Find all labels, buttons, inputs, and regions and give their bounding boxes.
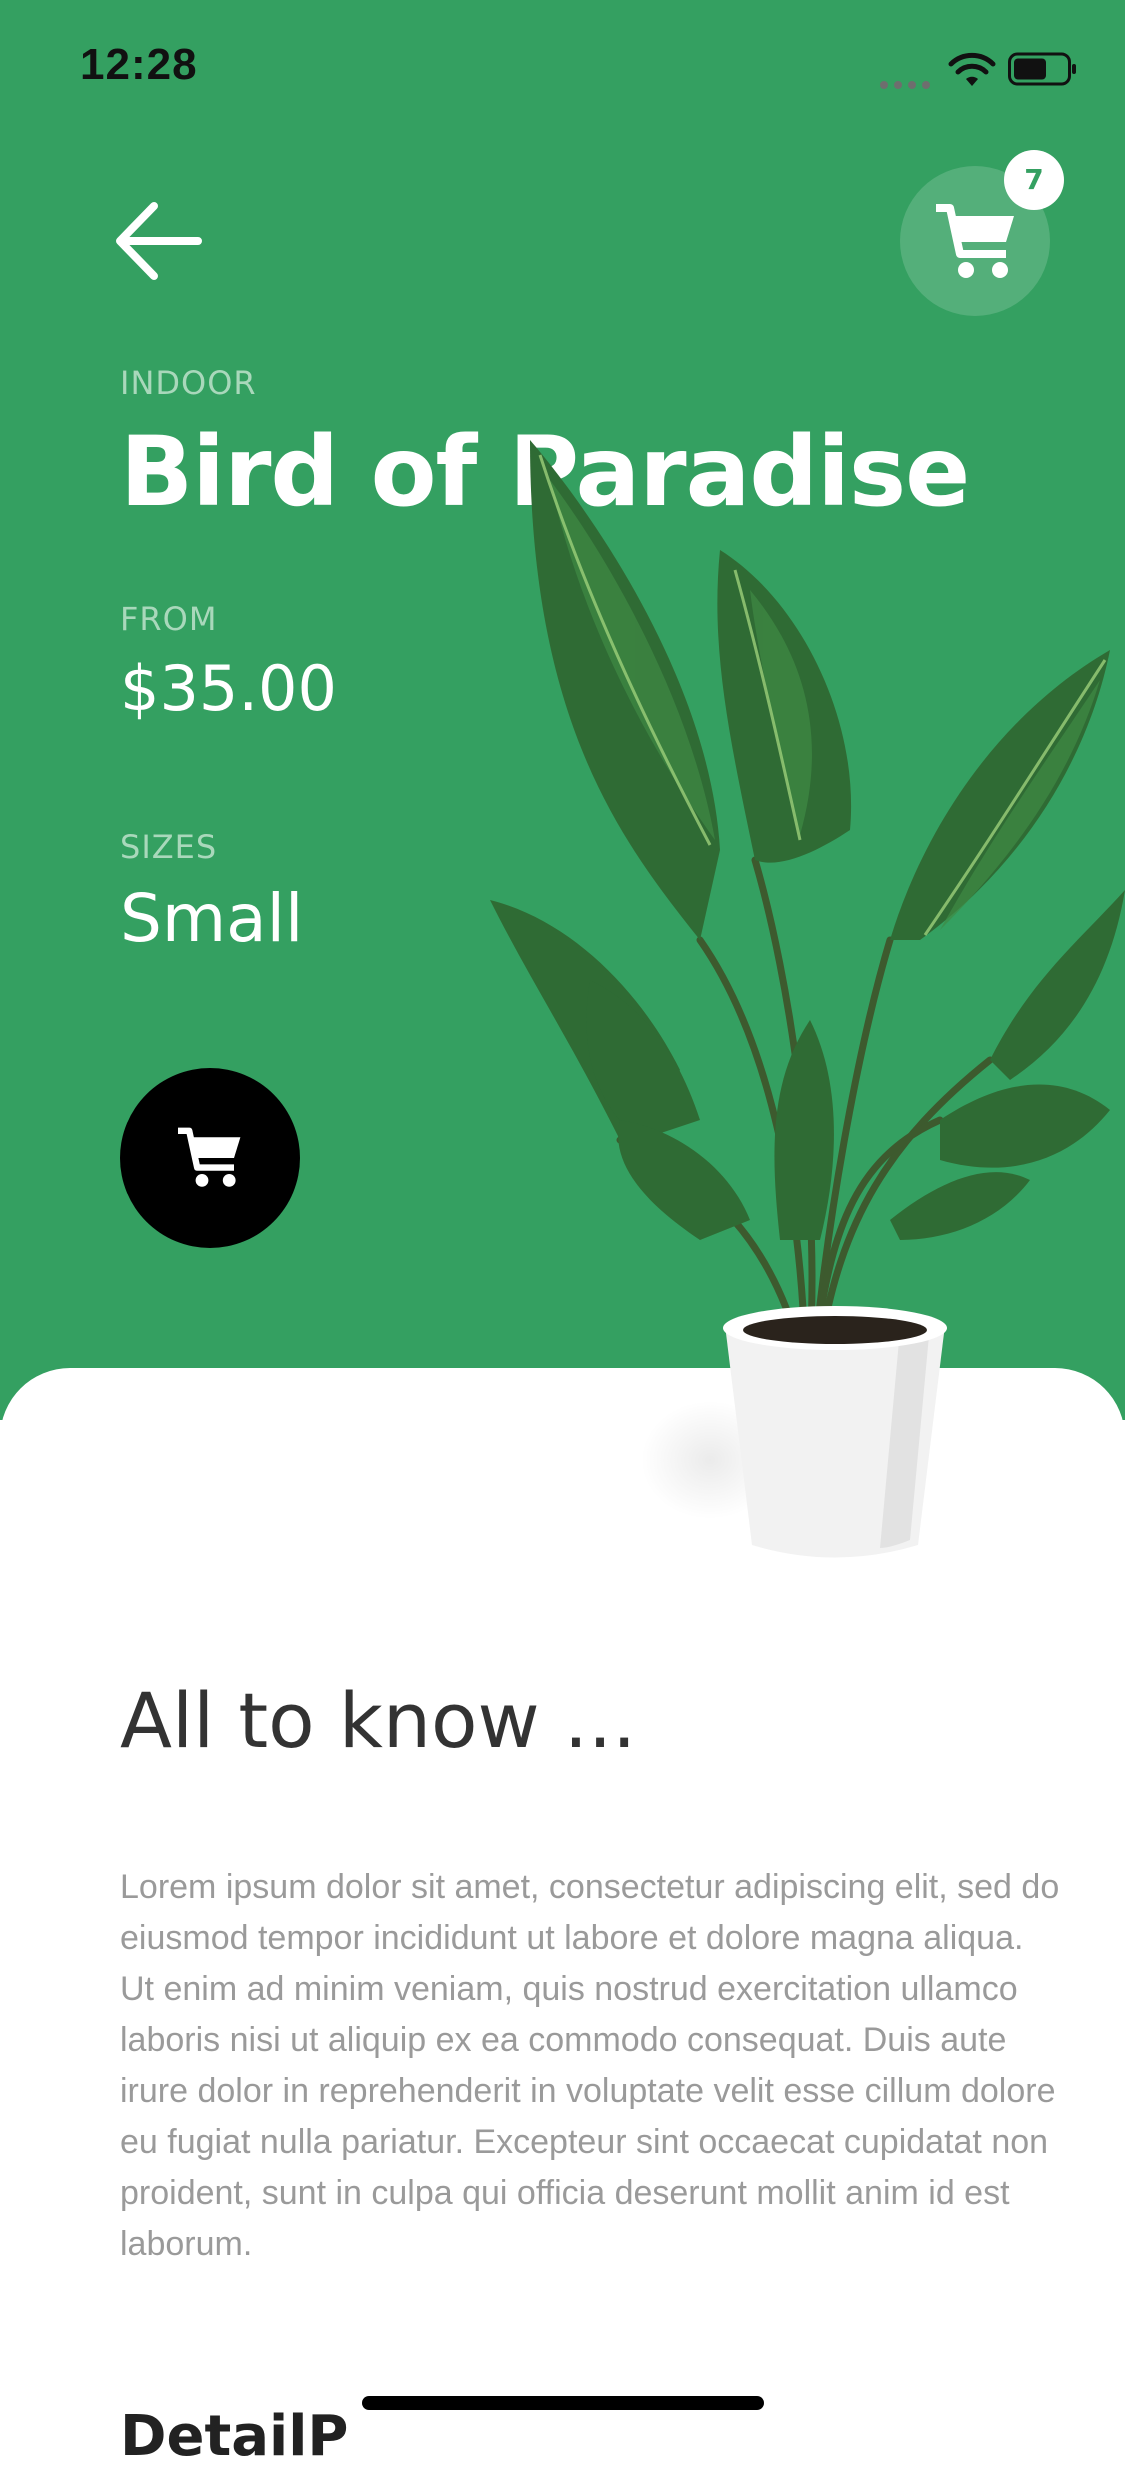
battery-icon [1008, 52, 1076, 86]
price-value: $35.00 [120, 652, 337, 725]
description-text: Lorem ipsum dolor sit amet, consectetur … [120, 1868, 1060, 2263]
add-to-cart-button[interactable] [120, 1068, 300, 1248]
size-value[interactable]: Small [120, 880, 303, 957]
price-label: FROM [120, 600, 218, 638]
cart-count-badge: 7 [1004, 150, 1064, 210]
plant-image [490, 440, 1125, 1558]
category-label: INDOOR [120, 364, 257, 402]
signal-icon [880, 74, 936, 93]
back-button[interactable] [112, 198, 204, 284]
section-heading: All to know ... [120, 1676, 637, 1765]
sizes-label: SIZES [120, 828, 218, 866]
cart-icon [936, 204, 1014, 278]
wifi-icon [948, 52, 996, 86]
status-bar: 12:28 [0, 0, 1125, 140]
cart-icon [178, 1127, 241, 1187]
back-arrow-icon [116, 202, 202, 280]
home-indicator[interactable] [362, 2396, 764, 2410]
next-section-heading: DetailP [120, 2404, 349, 2469]
status-time: 12:28 [80, 40, 198, 89]
